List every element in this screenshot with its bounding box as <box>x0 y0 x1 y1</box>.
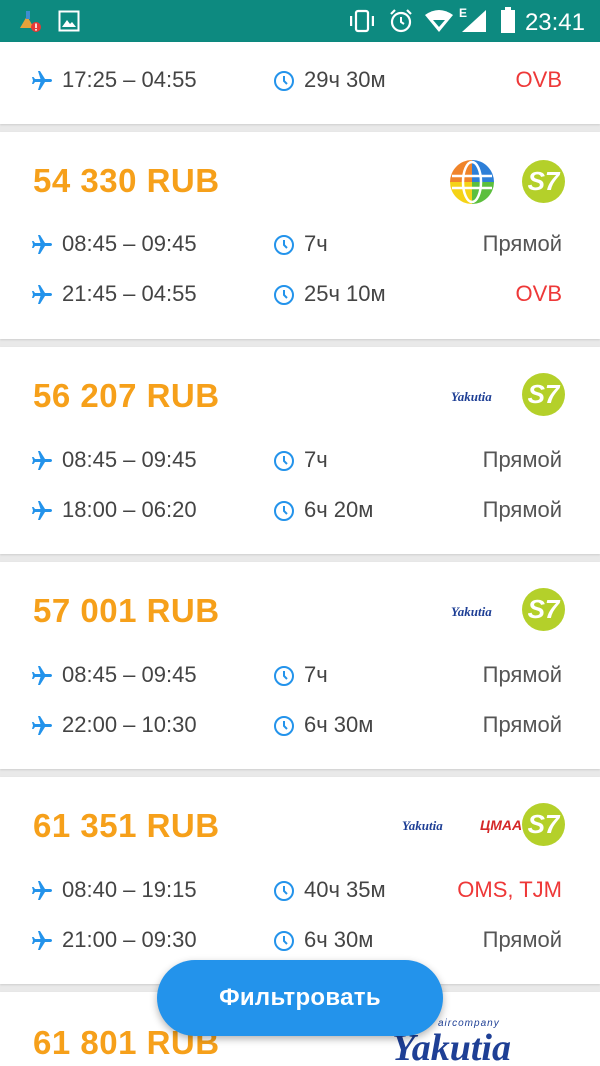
segment-duration: 6ч 20м <box>304 497 374 522</box>
segment-duration: 40ч 35м <box>304 877 386 902</box>
price-label: 61 351 RUB <box>33 807 220 844</box>
clock-icon <box>274 285 294 305</box>
plane-icon <box>32 71 52 90</box>
flight-segment-row: 08:45 – 09:45 7ч Прямой <box>0 661 600 691</box>
segment-stops: Прямой <box>482 231 562 256</box>
segment-duration: 6ч 30м <box>304 927 374 952</box>
segment-times: 22:00 – 10:30 <box>62 712 197 737</box>
flight-segment-row: 22:00 – 10:30 6ч 30м Прямой <box>0 711 600 741</box>
flight-result-card[interactable]: 61 351 RUB Yakutia ЦМАА S7 08:40 – 19:15… <box>0 777 600 984</box>
s7-logo: S7 <box>522 373 565 416</box>
status-bar: E 23:41 <box>0 0 600 42</box>
cleaner-app-icon <box>20 11 41 32</box>
segment-times: 08:40 – 19:15 <box>62 877 197 902</box>
clock-icon <box>274 716 294 736</box>
clock-icon <box>274 71 294 91</box>
red-airline-logo: ЦМАА <box>480 817 523 833</box>
clock-icon <box>274 881 294 901</box>
clock-icon <box>274 501 294 521</box>
s7-logo: S7 <box>522 803 565 846</box>
alarm-icon <box>390 9 412 33</box>
clock-icon <box>274 931 294 951</box>
plane-icon <box>32 501 52 520</box>
segment-times: 18:00 – 06:20 <box>62 497 197 522</box>
segment-duration: 7ч <box>304 447 328 472</box>
flight-result-card[interactable]: 17:25 – 04:55 29ч 30м OVB <box>0 42 600 124</box>
plane-icon <box>32 881 52 900</box>
flight-segment-row: 17:25 – 04:55 29ч 30м OVB <box>0 66 600 96</box>
segment-stops: Прямой <box>482 662 562 687</box>
flight-result-card[interactable]: 56 207 RUB Yakutia S7 08:45 – 09:45 7ч П… <box>0 347 600 554</box>
yakutia-logo: Yakutia <box>451 389 492 404</box>
segment-stops: Прямой <box>482 447 562 472</box>
segment-times: 08:45 – 09:45 <box>62 447 197 472</box>
flight-segment-row: 08:45 – 09:45 7ч Прямой <box>0 230 600 260</box>
segment-times: 21:45 – 04:55 <box>62 281 197 306</box>
s7-logo: S7 <box>522 160 565 203</box>
segment-stops: OVB <box>515 281 562 306</box>
plane-icon <box>32 931 52 950</box>
segment-times: 08:45 – 09:45 <box>62 662 197 687</box>
filter-button[interactable]: Фильтровать <box>157 960 443 1036</box>
flight-segment-row: 08:40 – 19:15 40ч 35м OMS, TJM <box>0 876 600 906</box>
segment-stops: OVB <box>515 67 562 92</box>
clock-icon <box>274 666 294 686</box>
s7-logo: S7 <box>522 588 565 631</box>
segment-stops: Прямой <box>482 497 562 522</box>
gallery-icon <box>58 10 80 32</box>
multi-carrier-globe-logo <box>450 160 494 204</box>
price-label: 57 001 RUB <box>33 592 220 629</box>
segment-duration: 6ч 30м <box>304 712 374 737</box>
flight-segment-row: 08:45 – 09:45 7ч Прямой <box>0 446 600 476</box>
plane-icon <box>32 285 52 304</box>
wifi-icon <box>425 10 453 32</box>
flight-result-card[interactable]: 54 330 RUB S7 08:45 – 09:45 7ч Прямой 21… <box>0 132 600 339</box>
segment-stops: Прямой <box>482 712 562 737</box>
yakutia-logo: Yakutia <box>451 604 492 619</box>
segment-times: 17:25 – 04:55 <box>62 67 197 92</box>
segment-duration: 29ч 30м <box>304 67 386 92</box>
vibrate-icon <box>350 9 374 33</box>
flight-segment-row: 21:00 – 09:30 6ч 30м Прямой <box>0 926 600 956</box>
signal-icon <box>462 10 486 32</box>
segment-duration: 7ч <box>304 662 328 687</box>
flight-segment-row: 18:00 – 06:20 6ч 20м Прямой <box>0 496 600 526</box>
plane-icon <box>32 451 52 470</box>
segment-duration: 25ч 10м <box>304 281 386 306</box>
battery-icon <box>501 7 515 33</box>
segment-stops: Прямой <box>482 927 562 952</box>
plane-icon <box>32 235 52 254</box>
flight-result-card[interactable]: 57 001 RUB Yakutia S7 08:45 – 09:45 7ч П… <box>0 562 600 769</box>
plane-icon <box>32 666 52 685</box>
plane-icon <box>32 716 52 735</box>
yakutia-logo: Yakutia <box>402 818 443 833</box>
segment-times: 21:00 – 09:30 <box>62 927 197 952</box>
price-label: 56 207 RUB <box>33 377 220 414</box>
clock-icon <box>274 235 294 255</box>
clock-icon <box>274 451 294 471</box>
segment-duration: 7ч <box>304 231 328 256</box>
flight-segment-row: 21:45 – 04:55 25ч 10м OVB <box>0 280 600 310</box>
status-clock: 23:41 <box>524 9 585 36</box>
segment-times: 08:45 – 09:45 <box>62 231 197 256</box>
price-label: 54 330 RUB <box>33 162 220 199</box>
segment-stops: OMS, TJM <box>457 877 562 902</box>
